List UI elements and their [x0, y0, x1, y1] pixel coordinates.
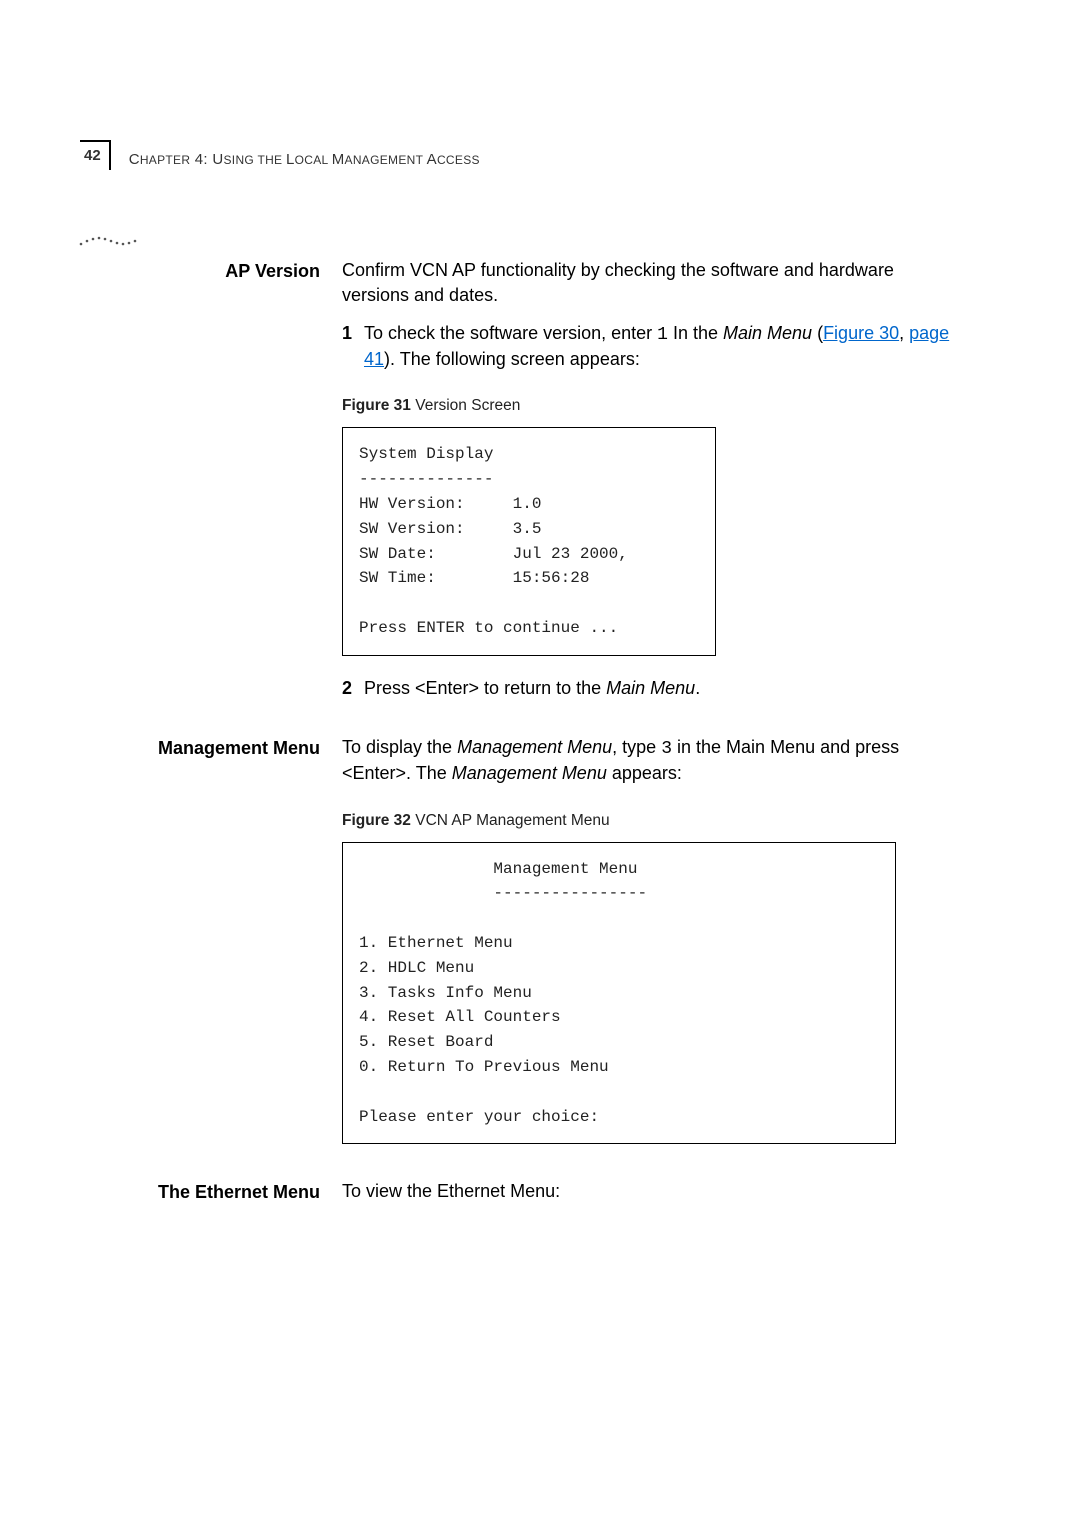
- t: HAPTER: [140, 153, 190, 167]
- t: Main Menu: [723, 323, 812, 343]
- section-management-menu: Management Menu To display the Managemen…: [80, 735, 960, 1144]
- t: In the: [668, 323, 723, 343]
- t: ,: [899, 323, 909, 343]
- figure-31-caption: Figure 31 Version Screen: [342, 396, 960, 417]
- code-management-menu: Management Menu ---------------- 1. Ethe…: [342, 842, 896, 1145]
- t: L: [286, 151, 295, 168]
- t: SING THE: [224, 153, 287, 167]
- t: OCAL: [295, 153, 332, 167]
- t: ANAGEMENT: [345, 153, 427, 167]
- heading-ethernet-menu: The Ethernet Menu: [80, 1179, 342, 1204]
- link-figure-30[interactable]: Figure 30: [823, 323, 899, 343]
- t: Figure 31: [342, 397, 411, 414]
- t: M: [332, 151, 345, 168]
- step-text: To check the software version, enter 1 I…: [364, 321, 960, 372]
- t: Press <Enter> to return to the: [364, 678, 606, 698]
- body-management-menu: To display the Management Menu, type 3 i…: [342, 735, 960, 1144]
- t: To check the software version, enter: [364, 323, 657, 343]
- step-2: 2 Press <Enter> to return to the Main Me…: [342, 676, 960, 700]
- page-root: 42 CHAPTER 4: USING THE LOCAL MANAGEMENT…: [0, 0, 1080, 1205]
- body-ap-version: Confirm VCN AP functionality by checking…: [342, 258, 960, 700]
- figure-32-caption: Figure 32 VCN AP Management Menu: [342, 811, 960, 832]
- t: VCN AP Management Menu: [411, 812, 610, 829]
- heading-ap-version: AP Version: [80, 258, 342, 283]
- chapter-title: CHAPTER 4: USING THE LOCAL MANAGEMENT AC…: [129, 150, 480, 170]
- body-ethernet-menu: To view the Ethernet Menu:: [342, 1179, 960, 1203]
- t: A: [427, 151, 437, 168]
- t: appears:: [607, 763, 682, 783]
- t: ). The following screen appears:: [384, 349, 640, 369]
- t: Figure 32: [342, 812, 411, 829]
- t: 4: U: [190, 151, 223, 168]
- dots-icon: [78, 230, 148, 248]
- page-header: 42 CHAPTER 4: USING THE LOCAL MANAGEMENT…: [80, 140, 960, 170]
- t: (: [812, 323, 823, 343]
- heading-management-menu: Management Menu: [80, 735, 342, 760]
- t: Main Menu: [606, 678, 695, 698]
- section-ap-version: AP Version Confirm VCN AP functionality …: [80, 258, 960, 700]
- step-text: Press <Enter> to return to the Main Menu…: [364, 676, 960, 700]
- step-num: 1: [342, 321, 364, 372]
- t: C: [129, 151, 140, 168]
- t: Management Menu: [452, 763, 607, 783]
- page-number: 42: [80, 140, 111, 170]
- eth-text: To view the Ethernet Menu:: [342, 1181, 560, 1201]
- ap-intro: Confirm VCN AP functionality by checking…: [342, 258, 960, 307]
- code: 1: [657, 325, 668, 345]
- t: To display the: [342, 737, 457, 757]
- code: 3: [661, 739, 672, 759]
- t: Management Menu: [457, 737, 612, 757]
- t: Version Screen: [411, 397, 520, 414]
- step-num: 2: [342, 676, 364, 700]
- mgmt-intro: To display the Management Menu, type 3 i…: [342, 735, 960, 786]
- step-1: 1 To check the software version, enter 1…: [342, 321, 960, 372]
- t: .: [695, 678, 700, 698]
- code-version-screen: System Display -------------- HW Version…: [342, 427, 716, 655]
- section-ethernet-menu: The Ethernet Menu To view the Ethernet M…: [80, 1179, 960, 1204]
- t: , type: [612, 737, 661, 757]
- t: CCESS: [437, 153, 480, 167]
